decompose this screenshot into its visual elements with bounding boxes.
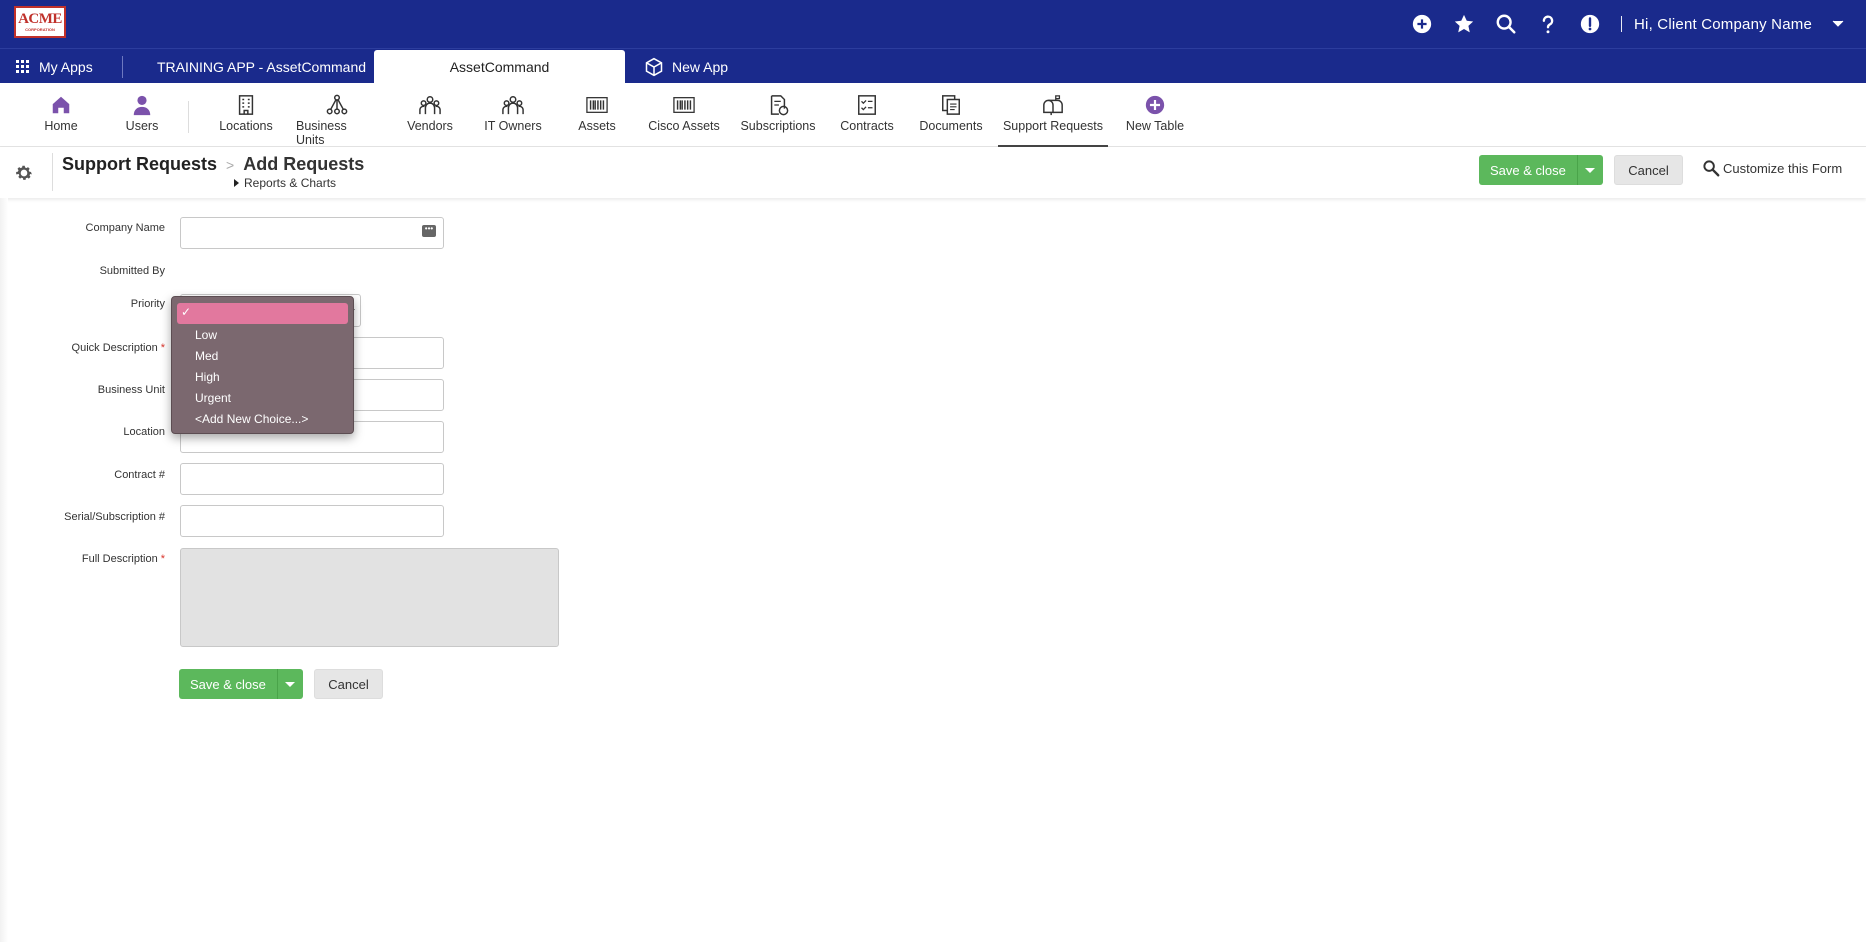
document-money-icon [766,93,790,117]
nav-contracts[interactable]: Contracts [839,83,895,147]
serial-subscription-field[interactable] [180,505,444,537]
documents-icon [939,93,963,117]
acme-logo[interactable]: ACME CORPORATION [14,6,66,38]
priority-option-add-new[interactable]: <Add New Choice...> [177,408,348,429]
required-marker: * [160,342,165,354]
nav-business-units[interactable]: Business Units [296,83,378,147]
divider [122,56,123,78]
user-greeting[interactable]: Hi, Client Company Name [1634,16,1812,33]
submitted-by-label: Submitted By [99,265,165,277]
group-icon [501,93,525,117]
priority-label: Priority [130,298,165,310]
top-bar: ACME CORPORATION Hi, Client Company Name [0,0,1866,48]
location-label: Location [123,426,165,438]
app-tabs: My Apps TRAINING APP - AssetCommand Asse… [0,48,1866,84]
page-title: Add Requests [243,154,365,174]
chevron-down-icon [285,681,296,687]
full-description-label: Full Description * [81,553,165,565]
company-name-label: Company Name [85,222,165,234]
nav-documents[interactable]: Documents [918,83,984,147]
nav-home[interactable]: Home [36,83,86,147]
serial-subscription-label: Serial/Subscription # [64,511,165,523]
cancel-button[interactable]: Cancel [1614,155,1683,185]
chevron-down-icon[interactable] [1832,15,1844,33]
help-icon[interactable] [1527,0,1569,48]
home-icon [49,93,73,117]
priority-option-high[interactable]: High [177,366,348,387]
priority-option-med[interactable]: Med [177,345,348,366]
breadcrumb: Support Requests > Add Requests [62,154,364,175]
business-unit-label: Business Unit [97,384,165,396]
nav-assets[interactable]: Assets [576,83,618,147]
user-icon [130,93,154,117]
group-icon [418,93,442,117]
nav-subscriptions[interactable]: Subscriptions [739,83,817,147]
mailbox-icon [1041,93,1065,117]
star-icon[interactable] [1443,0,1485,48]
save-close-button-bottom[interactable]: Save & close [179,669,303,699]
tab-assetcommand[interactable]: AssetCommand [374,50,625,84]
check-icon: ✓ [181,305,192,319]
nav-locations[interactable]: Locations [215,83,277,147]
wrench-search-icon [1703,160,1720,177]
quick-description-label: Quick Description * [71,342,165,354]
tab-training-app[interactable]: TRAINING APP - AssetCommand [157,49,366,84]
contract-field[interactable] [180,463,444,495]
grid-icon [16,60,29,73]
contract-label: Contract # [114,469,165,481]
org-chart-icon [325,93,349,117]
cancel-button-bottom[interactable]: Cancel [314,669,383,699]
nav-cisco-assets[interactable]: Cisco Assets [648,83,720,147]
nav-users[interactable]: Users [117,83,167,147]
chevron-down-icon [1585,167,1596,173]
nav-it-owners[interactable]: IT Owners [482,83,544,147]
table-nav: Home Users Locations Business Units Vend… [0,83,1866,147]
my-apps-menu[interactable]: My Apps [16,49,93,84]
lookup-icon[interactable]: ••• [422,225,436,237]
tab-new-app[interactable]: New App [644,49,728,84]
cube-icon [644,57,664,77]
breadcrumb-parent[interactable]: Support Requests [62,154,217,175]
save-close-button[interactable]: Save & close [1479,155,1603,185]
alert-icon[interactable] [1569,0,1611,48]
priority-option-low[interactable]: Low [177,324,348,345]
reports-charts-link[interactable]: Reports & Charts [234,176,336,190]
page-edge [0,198,8,942]
divider [1621,16,1622,32]
caret-right-icon [234,179,239,187]
divider [52,153,53,191]
add-circle-icon [1143,93,1167,117]
priority-dropdown-menu: ✓ Low Med High Urgent <Add New Choice...… [171,296,354,434]
barcode-icon [585,93,609,117]
nav-support-requests[interactable]: Support Requests [998,83,1108,147]
gear-icon[interactable] [14,163,34,183]
building-icon [234,93,258,117]
save-options-dropdown[interactable] [1576,155,1603,185]
divider [188,101,189,133]
search-icon[interactable] [1485,0,1527,48]
customize-form-link[interactable]: Customize this Form [1702,159,1842,178]
save-options-dropdown[interactable] [276,669,303,699]
page-header: Support Requests > Add Requests Reports … [0,147,1866,198]
add-icon[interactable] [1401,0,1443,48]
required-marker: * [160,553,165,565]
company-name-field[interactable]: ••• [180,217,444,249]
nav-new-table[interactable]: New Table [1124,83,1186,147]
full-description-field[interactable] [180,548,559,647]
priority-option-blank[interactable]: ✓ [177,303,348,324]
nav-vendors[interactable]: Vendors [404,83,456,147]
breadcrumb-separator: > [226,156,235,173]
priority-option-urgent[interactable]: Urgent [177,387,348,408]
checklist-icon [855,93,879,117]
barcode-icon [672,93,696,117]
